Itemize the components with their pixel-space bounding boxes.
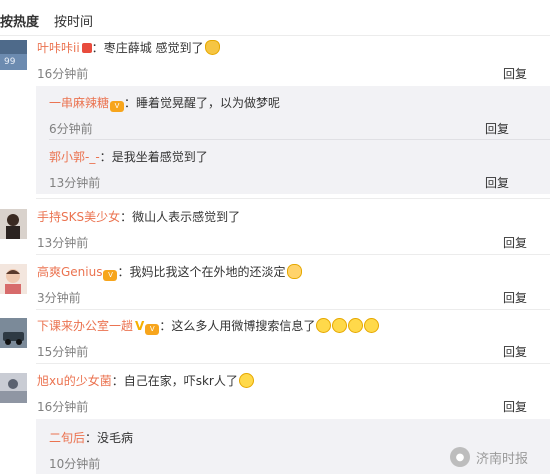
comment-time: 10分钟前 <box>49 457 101 471</box>
avatar[interactable] <box>0 318 27 348</box>
comment-time: 13分钟前 <box>49 176 101 190</box>
emoji-icon <box>286 264 302 279</box>
comment-text: 自己在家，吓skr人了 <box>123 374 238 388</box>
comment-username[interactable]: 一串麻辣糖 <box>49 96 109 110</box>
reply-button[interactable]: 回复 <box>503 234 527 251</box>
comment-username[interactable]: 叶咔咔ii <box>37 41 80 55</box>
comment-time: 16分钟前 <box>37 67 89 81</box>
emoji-icon <box>348 318 364 333</box>
comment-text: 微山人表示感觉到了 <box>132 210 241 224</box>
avatar[interactable] <box>0 264 27 294</box>
divider <box>36 363 550 364</box>
member-icon <box>81 43 92 53</box>
reply-button[interactable]: 回复 <box>503 343 527 360</box>
comment-username[interactable]: 高爽Genius <box>37 265 102 279</box>
comment-text: 睡着觉晃醒了，以为做梦呢 <box>136 96 281 110</box>
vip-badge-icon: V <box>145 324 160 335</box>
reply-button[interactable]: 回复 <box>485 120 509 137</box>
comment-username[interactable]: 二旬后 <box>49 431 85 445</box>
comment-text: 没毛病 <box>97 431 134 445</box>
sort-bar: 按热度 按时间 <box>0 0 550 36</box>
sort-by-time-tab[interactable]: 按时间 <box>54 11 93 30</box>
avatar[interactable] <box>0 209 27 239</box>
emoji-icon <box>364 318 380 333</box>
comment-text: 我妈比我这个在外地的还淡定 <box>129 265 286 279</box>
verified-icon: V <box>135 319 145 333</box>
sub-comment-box: 一串麻辣糖 V ：睡着觉晃醒了，以为做梦呢 6分钟前 回复 郭小郭-_-：是我坐着感… <box>36 86 550 194</box>
watermark-text: 济南时报 <box>476 451 529 467</box>
comment-time: 6分钟前 <box>49 122 93 136</box>
comment-time: 16分钟前 <box>37 400 89 414</box>
comment-username[interactable]: 郭小郭-_- <box>49 150 100 164</box>
reply-button[interactable]: 回复 <box>503 289 527 306</box>
comment-username[interactable]: 手持SKS美少女 <box>37 210 120 224</box>
comment-text: 这么多人用微博搜索信息了 <box>171 319 316 333</box>
divider <box>49 139 550 140</box>
comment-time: 3分钟前 <box>37 291 81 305</box>
vip-badge-icon: V <box>103 270 118 281</box>
emoji-icon <box>316 318 332 333</box>
avatar[interactable] <box>0 373 27 403</box>
comment-time: 13分钟前 <box>37 236 89 250</box>
emoji-icon <box>332 318 348 333</box>
sort-by-hot-tab[interactable]: 按热度 <box>0 11 39 30</box>
avatar[interactable]: 99 <box>0 40 27 70</box>
reply-button[interactable]: 回复 <box>503 398 527 415</box>
comment-username[interactable]: 下课来办公室一趟 <box>37 319 133 333</box>
svg-text:99: 99 <box>4 57 16 67</box>
emoji-icon <box>204 40 220 55</box>
reply-button[interactable]: 回复 <box>503 65 527 82</box>
comment-text: 是我坐着感觉到了 <box>111 150 208 164</box>
divider <box>36 198 550 199</box>
emoji-icon <box>238 373 254 388</box>
divider <box>36 254 550 255</box>
comment-time: 15分钟前 <box>37 345 89 359</box>
divider <box>36 309 550 310</box>
vip-badge-icon: V <box>110 101 125 112</box>
comment-username[interactable]: 旭xu的少女菌 <box>37 374 112 388</box>
watermark: ● 济南时报 <box>450 440 550 474</box>
comment-text: 枣庄薛城 感觉到了 <box>103 41 204 55</box>
wechat-icon: ● <box>450 447 470 467</box>
reply-button[interactable]: 回复 <box>485 174 509 191</box>
